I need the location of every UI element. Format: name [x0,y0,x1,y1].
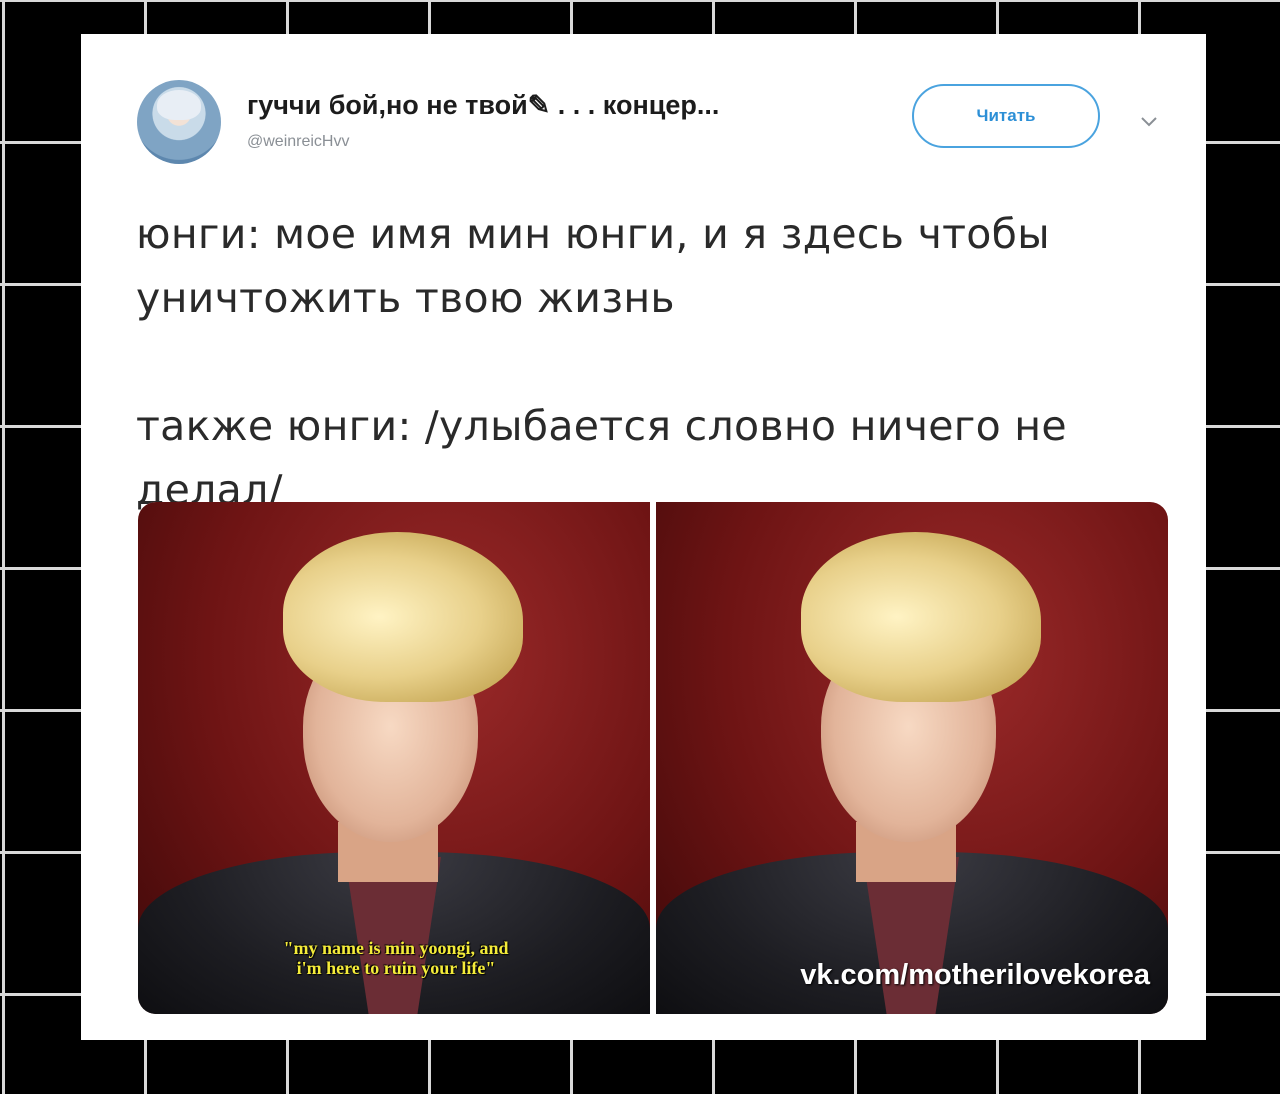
caption-line: "my name is min yoongi, and [283,938,509,958]
tweet-line: также юнги: /улыбается словно ничего не [136,402,1067,450]
user-avatar[interactable] [137,80,221,164]
photo-right[interactable]: vk.com/motherilovekorea [656,502,1168,1014]
media-grid: "my name is min yoongi, and i'm here to … [138,502,1168,1014]
user-handle[interactable]: @weinreicHvv [247,133,349,151]
photo-caption: "my name is min yoongi, and i'm here to … [216,938,576,978]
photo-left[interactable]: "my name is min yoongi, and i'm here to … [138,502,650,1014]
photo-watermark: vk.com/motherilovekorea [800,959,1150,991]
photo-hair [801,532,1041,702]
follow-button[interactable]: Читать [912,84,1100,148]
avatar-hair [157,90,201,120]
tweet-text: юнги: мое имя мин юнги, и я здесь чтобы … [136,202,1156,522]
caption-line: i'm here to ruin your life" [296,958,496,978]
display-name[interactable]: гуччи бой,но не твой✎ . . . концер... [247,90,719,121]
tweet-card: гуччи бой,но не твой✎ . . . концер... @w… [81,34,1206,1040]
tweet-line: уничтожить твою жизнь [136,274,675,322]
tweet-line: юнги: мое имя мин юнги, и я здесь чтобы [136,210,1050,258]
photo-hair [283,532,523,702]
chevron-down-icon[interactable] [1139,112,1159,132]
